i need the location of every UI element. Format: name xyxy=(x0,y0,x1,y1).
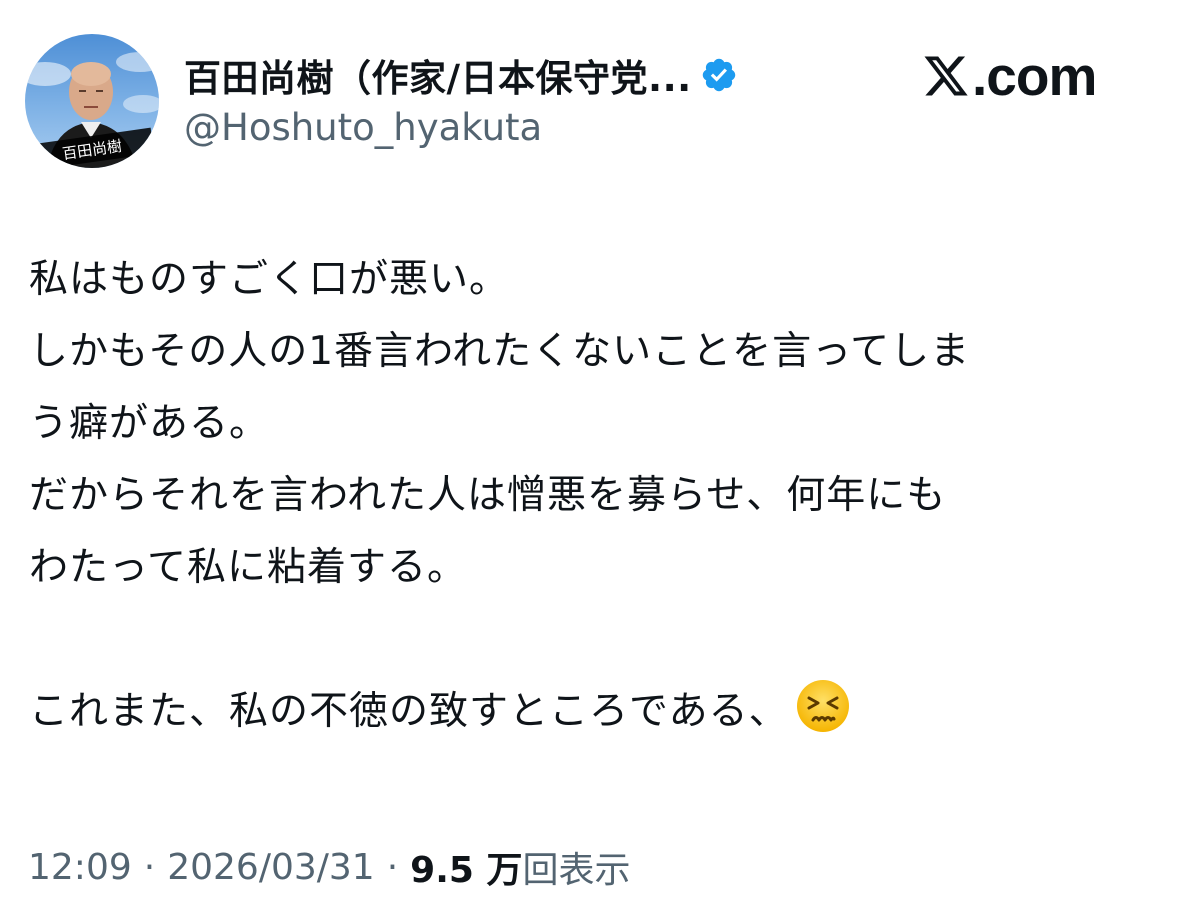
post-text-line: これまた、私の不徳の致すところである、 xyxy=(29,689,789,734)
meta-separator: · xyxy=(143,846,156,888)
post-text-line: う癖がある。 xyxy=(29,401,270,446)
avatar-image: 百田尚樹 xyxy=(25,52,159,168)
x-logo-icon xyxy=(922,52,970,100)
post-text: 私はものすごく口が悪い。 しかもその人の1番言われたくないことを言ってしま う癖… xyxy=(29,244,1154,748)
meta-separator: · xyxy=(386,846,399,888)
post-meta: 12:09 · 2026/03/31 · 9.5 万 回表示 xyxy=(28,842,630,892)
post-text-line: しかもその人の1番言われたくないことを言ってしま xyxy=(29,329,971,374)
post-date[interactable]: 2026/03/31 xyxy=(167,847,375,888)
post-text-line: だからそれを言われた人は憎悪を募らせ、何年にも xyxy=(29,473,947,518)
brand-text: .com xyxy=(972,45,1097,107)
verified-badge-icon xyxy=(700,56,738,94)
post-header: 百田尚樹 百田尚樹（作家/日本保守党... @Hoshuto_hyakuta .… xyxy=(0,0,1178,190)
author-name-row[interactable]: 百田尚樹（作家/日本保守党... xyxy=(184,50,738,100)
views-count[interactable]: 9.5 万 xyxy=(410,841,522,893)
brand-watermark: .com xyxy=(922,45,1097,107)
persevering-face-emoji xyxy=(795,678,851,734)
post-time[interactable]: 12:09 xyxy=(28,847,132,888)
post-text-line: わたって私に粘着する。 xyxy=(29,545,468,590)
post-text-last-line: これまた、私の不徳の致すところである、 xyxy=(29,676,1154,748)
author-handle[interactable]: @Hoshuto_hyakuta xyxy=(184,106,542,149)
post-text-line: 私はものすごく口が悪い。 xyxy=(29,257,510,302)
author-display-name[interactable]: 百田尚樹（作家/日本保守党... xyxy=(184,48,692,102)
author-avatar[interactable]: 百田尚樹 xyxy=(25,34,159,168)
views-label: 回表示 xyxy=(522,850,631,891)
post-text-blank-line xyxy=(29,604,1154,676)
